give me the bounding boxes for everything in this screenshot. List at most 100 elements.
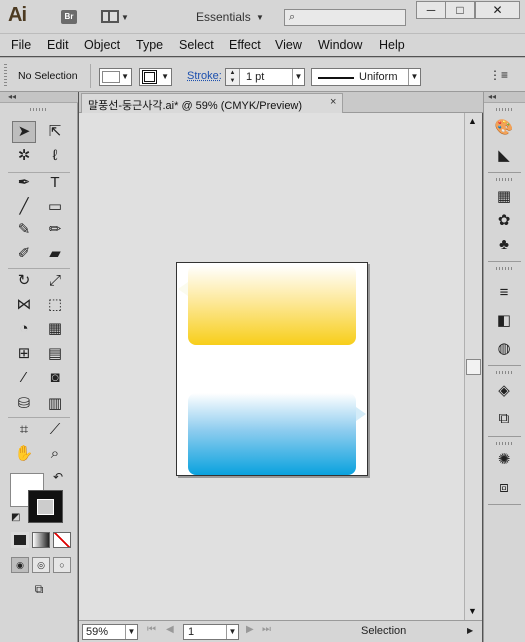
blob-brush-icon[interactable]: ✐ [12, 243, 36, 265]
last-artboard-icon[interactable]: ⏭ [262, 624, 271, 635]
artboard-number[interactable]: 1 [188, 626, 194, 638]
mesh-icon[interactable]: ⊞ [12, 343, 36, 365]
menu-type[interactable]: Type [136, 38, 163, 52]
type-icon[interactable]: T [43, 172, 67, 194]
spin-arrows-icon[interactable]: ▲ ▼ [226, 69, 240, 85]
chevron-right-icon[interactable]: ▶ [467, 626, 473, 635]
artboard[interactable] [176, 262, 368, 476]
gradient-icon[interactable]: ▤ [43, 343, 67, 365]
help-search-input[interactable]: ⌕ [284, 9, 406, 26]
chevron-down-icon[interactable]: ▼ [292, 69, 304, 85]
panel-grip[interactable] [496, 178, 514, 181]
paintbrush-icon[interactable]: ✎ [12, 219, 36, 241]
minimize-button[interactable]: ─ [416, 1, 446, 19]
current-tool-status[interactable]: Selection [361, 625, 406, 637]
shape-builder-icon[interactable]: ◔ [12, 318, 36, 340]
menu-view[interactable]: View [275, 38, 302, 52]
gradient-panel-icon[interactable]: ◧ [493, 310, 515, 332]
width-icon[interactable]: ⋈ [12, 294, 36, 316]
expand-panels-icon[interactable]: ◂◂ [484, 92, 525, 103]
symbols-icon[interactable]: ♣ [493, 234, 515, 256]
panel-grip[interactable] [496, 108, 514, 111]
scroll-up-icon[interactable]: ▲ [468, 116, 477, 126]
swatches-icon[interactable]: ▦ [493, 186, 515, 208]
next-artboard-icon[interactable]: ▶ [246, 624, 254, 635]
panel-grip[interactable] [496, 267, 514, 270]
vertical-scrollbar[interactable]: ▲ ▼ [464, 113, 482, 620]
transform-icon[interactable]: ⧈ [493, 477, 515, 499]
panel-grip[interactable] [4, 64, 7, 86]
none-mode-button[interactable] [53, 532, 71, 548]
stroke-weight-value[interactable]: 1 pt [246, 71, 264, 83]
direct-selection-icon[interactable]: ⇱ [43, 121, 67, 143]
panel-grip[interactable] [496, 371, 514, 374]
rotate-icon[interactable]: ↻ [12, 270, 36, 292]
maximize-button[interactable]: □ [445, 1, 475, 19]
menu-effect[interactable]: Effect [229, 38, 261, 52]
first-artboard-icon[interactable]: ⏮ [147, 624, 156, 635]
scroll-thumb[interactable] [466, 359, 481, 375]
draw-inside-icon[interactable]: ○ [53, 557, 71, 573]
document-tab-title[interactable]: 말풍선-둥근사각.ai* @ 59% (CMYK/Preview) [88, 97, 302, 113]
blend-icon[interactable]: ◙ [43, 367, 67, 389]
panel-grip[interactable] [496, 442, 514, 445]
artboard-number-dropdown[interactable]: 1 ▼ [183, 624, 239, 640]
stroke-color-dropdown[interactable]: ▼ [139, 68, 172, 86]
brushes-icon[interactable]: ✿ [493, 210, 515, 232]
rectangle-icon[interactable]: ▭ [43, 196, 67, 218]
fill-color-dropdown[interactable]: ▼ [99, 68, 132, 86]
menu-help[interactable]: Help [379, 38, 405, 52]
stroke-weight-stepper[interactable]: ▲ ▼ 1 pt ▼ [225, 68, 305, 86]
close-tab-icon[interactable]: × [330, 96, 336, 108]
close-button[interactable]: ✕ [475, 1, 520, 19]
blue-speech-bubble[interactable] [188, 393, 366, 475]
swap-fill-stroke-icon[interactable]: ↶ [53, 470, 63, 484]
screen-mode-icon[interactable]: ⧉ [28, 582, 50, 598]
column-graph-icon[interactable]: ▥ [43, 393, 67, 415]
default-fill-stroke-icon[interactable]: ◩ [11, 512, 20, 523]
zoom-dropdown[interactable]: 59% ▼ [82, 624, 138, 640]
selection-icon[interactable]: ➤ [12, 121, 36, 143]
artboard-icon[interactable]: ⌗ [12, 419, 36, 441]
scroll-down-icon[interactable]: ▼ [468, 606, 477, 616]
menu-select[interactable]: Select [179, 38, 214, 52]
color-guide-icon[interactable]: ◣ [493, 145, 515, 167]
menu-window[interactable]: Window [318, 38, 362, 52]
draw-normal-icon[interactable]: ◉ [11, 557, 29, 573]
stroke-icon[interactable]: ≡ [493, 282, 515, 304]
collapse-panel-icon[interactable]: ◂◂ [0, 92, 78, 103]
perspective-grid-icon[interactable]: ▦ [43, 318, 67, 340]
menu-object[interactable]: Object [84, 38, 120, 52]
scale-icon[interactable]: ⤢ [43, 270, 67, 292]
slice-icon[interactable]: ⟋ [43, 419, 67, 441]
free-transform-icon[interactable]: ⬚ [43, 294, 67, 316]
appearance-icon[interactable]: ✺ [493, 449, 515, 471]
symbol-sprayer-icon[interactable]: ⛁ [12, 393, 36, 415]
layers-icon[interactable]: ◈ [493, 380, 515, 402]
variable-width-profile-dropdown[interactable]: Uniform ▼ [311, 68, 421, 86]
line-icon[interactable]: ╱ [12, 196, 36, 218]
arrange-documents-button[interactable]: ▼ [101, 9, 129, 25]
pencil-icon[interactable]: ✏ [43, 219, 67, 241]
lasso-icon[interactable]: ℓ [43, 145, 67, 167]
yellow-speech-bubble[interactable] [178, 265, 356, 345]
previous-artboard-icon[interactable]: ◀ [166, 624, 174, 635]
zoom-icon[interactable]: ⌕ [43, 443, 67, 465]
stroke-color-box[interactable] [28, 490, 63, 523]
draw-behind-icon[interactable]: ◎ [32, 557, 50, 573]
panel-menu-icon[interactable]: ⋮≡ [489, 68, 508, 82]
menu-file[interactable]: File [11, 38, 31, 52]
document-tab[interactable]: 말풍선-둥근사각.ai* @ 59% (CMYK/Preview) × [81, 93, 343, 113]
panel-grip[interactable] [30, 108, 48, 111]
transparency-icon[interactable]: ◍ [493, 338, 515, 360]
bridge-button[interactable]: Br [61, 10, 77, 24]
color-icon[interactable]: 🎨 [493, 117, 515, 139]
workspace-switcher[interactable]: Essentials [196, 10, 251, 24]
magic-wand-icon[interactable]: ✲ [12, 145, 36, 167]
chevron-down-icon[interactable]: ▼ [256, 13, 264, 22]
eraser-icon[interactable]: ▰ [43, 243, 67, 265]
artboards-icon[interactable]: ⧉ [493, 408, 515, 430]
pen-icon[interactable]: ✒ [12, 172, 36, 194]
gradient-mode-button[interactable] [32, 532, 50, 548]
zoom-value[interactable]: 59% [86, 626, 108, 638]
